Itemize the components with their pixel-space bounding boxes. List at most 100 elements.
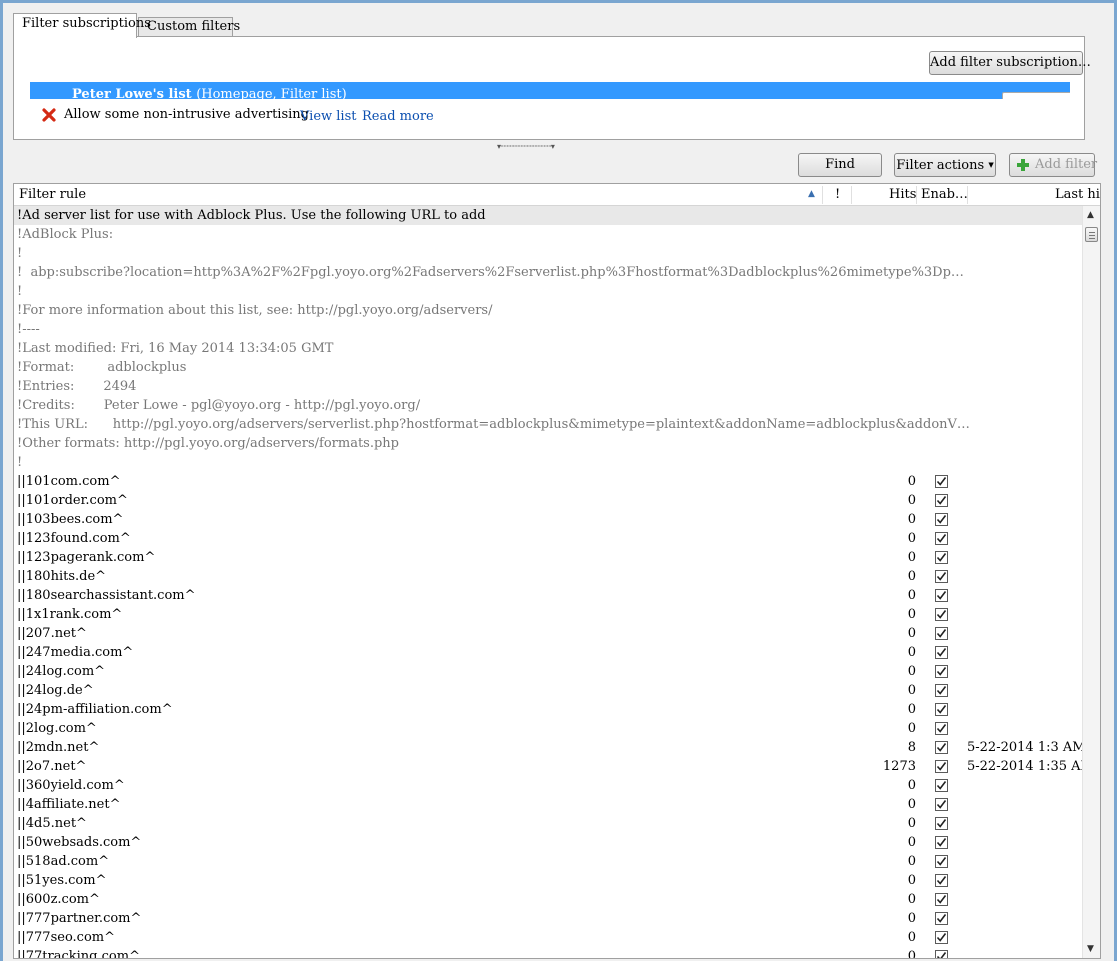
enabled-checkbox[interactable] xyxy=(935,817,948,830)
filter-rules-grid[interactable]: Filter rule ▲ ! Hits Enab… Last hit !Ad … xyxy=(13,183,1101,959)
filter-rule-text: ! xyxy=(17,455,23,470)
comment-row[interactable]: !Entries: 2494 xyxy=(14,377,1082,396)
comment-row[interactable]: !Credits: Peter Lowe - pgl@yoyo.org - ht… xyxy=(14,396,1082,415)
filter-row[interactable]: ||77tracking.com^ 0 xyxy=(14,947,1082,959)
vertical-scrollbar[interactable]: ▲ ▼ xyxy=(1082,206,1100,958)
last-hit-date: 5-22-2014 1:3 AM xyxy=(967,740,1086,755)
filter-row[interactable]: ||2mdn.net^ 8 5-22-2014 1:3 AM xyxy=(14,738,1086,757)
enabled-checkbox[interactable] xyxy=(935,893,948,906)
panel-splitter[interactable]: ▾·································▾ xyxy=(497,143,619,151)
find-button[interactable]: Find xyxy=(798,153,882,177)
comment-row[interactable]: !This URL: http://pgl.yoyo.org/adservers… xyxy=(14,415,1082,434)
comment-row[interactable]: !Last modified: Fri, 16 May 2014 13:34:0… xyxy=(14,339,1082,358)
column-header-hits[interactable]: Hits xyxy=(889,187,916,202)
filter-row[interactable]: ||1x1rank.com^ 0 xyxy=(14,605,1082,624)
filter-row[interactable]: ||101order.com^ 0 xyxy=(14,491,1082,510)
filter-row[interactable]: ||24log.com^ 0 xyxy=(14,662,1082,681)
enabled-checkbox[interactable] xyxy=(935,513,948,526)
filter-row[interactable]: ||180searchassistant.com^ 0 xyxy=(14,586,1082,605)
enabled-checkbox[interactable] xyxy=(935,931,948,944)
comment-row[interactable]: !---- xyxy=(14,320,1082,339)
view-list-link[interactable]: View list xyxy=(300,109,356,124)
comment-row[interactable]: !For more information about this list, s… xyxy=(14,301,1082,320)
filter-row[interactable]: ||24pm-affiliation.com^ 0 xyxy=(14,700,1082,719)
filter-row[interactable]: ||24log.de^ 0 xyxy=(14,681,1082,700)
red-x-icon[interactable] xyxy=(42,108,56,122)
comment-row[interactable]: ! xyxy=(14,453,1082,472)
tab-filter-subscriptions[interactable]: Filter subscriptions xyxy=(13,13,151,38)
enabled-checkbox[interactable] xyxy=(935,475,948,488)
enabled-checkbox[interactable] xyxy=(935,551,948,564)
hits-count: 0 xyxy=(907,607,916,622)
read-more-link[interactable]: Read more xyxy=(362,109,434,124)
scroll-down-arrow-icon[interactable]: ▼ xyxy=(1087,944,1094,954)
column-separator xyxy=(967,186,968,204)
checkmark-icon xyxy=(936,914,947,923)
tab-custom-filters[interactable]: Custom filters xyxy=(138,17,240,37)
filter-actions-button[interactable]: Filter actions ▼ xyxy=(894,153,996,177)
enabled-checkbox[interactable] xyxy=(935,608,948,621)
scrollbar-thumb[interactable] xyxy=(1085,227,1098,242)
filter-row[interactable]: ||123found.com^ 0 xyxy=(14,529,1082,548)
filter-row[interactable]: ||2o7.net^ 1273 5-22-2014 1:35 AM xyxy=(14,757,1094,776)
filter-row[interactable]: ||51yes.com^ 0 xyxy=(14,871,1082,890)
checkmark-icon xyxy=(936,876,947,885)
comment-row[interactable]: ! xyxy=(14,282,1082,301)
enabled-checkbox[interactable] xyxy=(935,912,948,925)
comment-row[interactable]: !Format: adblockplus xyxy=(14,358,1082,377)
add-filter-subscription-button[interactable]: Add filter subscription… xyxy=(929,51,1091,75)
enabled-checkbox[interactable] xyxy=(935,760,948,773)
comment-row[interactable]: !Ad server list for use with Adblock Plu… xyxy=(14,206,1082,225)
enabled-checkbox[interactable] xyxy=(935,532,948,545)
filter-row[interactable]: ||600z.com^ 0 xyxy=(14,890,1082,909)
filter-row[interactable]: ||4affiliate.net^ 0 xyxy=(14,795,1082,814)
enabled-checkbox[interactable] xyxy=(935,589,948,602)
filter-row[interactable]: ||123pagerank.com^ 0 xyxy=(14,548,1082,567)
enabled-checkbox[interactable] xyxy=(935,722,948,735)
add-filter-button[interactable]: Add filter xyxy=(1009,153,1097,177)
enabled-checkbox[interactable] xyxy=(935,494,948,507)
filter-row[interactable]: ||103bees.com^ 0 xyxy=(14,510,1082,529)
filter-row[interactable]: ||777seo.com^ 0 xyxy=(14,928,1082,947)
comment-row[interactable]: !AdBlock Plus: xyxy=(14,225,1082,244)
column-header-flag[interactable]: ! xyxy=(835,187,840,202)
enabled-checkbox[interactable] xyxy=(935,570,948,583)
enabled-checkbox[interactable] xyxy=(935,836,948,849)
enabled-checkbox[interactable] xyxy=(935,779,948,792)
filter-row[interactable]: ||518ad.com^ 0 xyxy=(14,852,1082,871)
filter-row[interactable]: ||4d5.net^ 0 xyxy=(14,814,1082,833)
column-header-enabled[interactable]: Enab… xyxy=(921,187,968,202)
column-header-last-hit[interactable]: Last hit xyxy=(1055,187,1100,202)
comment-row[interactable]: ! xyxy=(14,244,1082,263)
filter-row[interactable]: ||777partner.com^ 0 xyxy=(14,909,1082,928)
subscription-toggle[interactable] xyxy=(1002,92,1070,99)
comment-row[interactable]: ! abp:subscribe?location=http%3A%2F%2Fpg… xyxy=(14,263,1082,282)
enabled-checkbox[interactable] xyxy=(935,798,948,811)
filter-row[interactable]: ||50websads.com^ 0 xyxy=(14,833,1082,852)
subscription-item-peter-lowe[interactable]: Peter Lowe's list (Homepage, Filter list… xyxy=(30,82,1070,99)
column-header-filter-rule[interactable]: Filter rule xyxy=(19,187,86,202)
checkmark-icon xyxy=(936,496,947,505)
enabled-checkbox[interactable] xyxy=(935,684,948,697)
filter-row[interactable]: ||247media.com^ 0 xyxy=(14,643,1082,662)
enabled-checkbox[interactable] xyxy=(935,950,948,958)
filter-row[interactable]: ||2log.com^ 0 xyxy=(14,719,1082,738)
enabled-checkbox[interactable] xyxy=(935,874,948,887)
enabled-checkbox[interactable] xyxy=(935,741,948,754)
filter-row[interactable]: ||360yield.com^ 0 xyxy=(14,776,1082,795)
filter-rule-text: !Credits: Peter Lowe - pgl@yoyo.org - ht… xyxy=(17,398,421,413)
enabled-checkbox[interactable] xyxy=(935,646,948,659)
enabled-checkbox[interactable] xyxy=(935,703,948,716)
filter-row[interactable]: ||180hits.de^ 0 xyxy=(14,567,1082,586)
filter-row[interactable]: ||207.net^ 0 xyxy=(14,624,1082,643)
scroll-up-arrow-icon[interactable]: ▲ xyxy=(1087,210,1094,220)
filter-rule-text: ||77tracking.com^ xyxy=(17,949,140,959)
enabled-checkbox[interactable] xyxy=(935,627,948,640)
enabled-checkbox[interactable] xyxy=(935,665,948,678)
checkmark-icon xyxy=(936,838,947,847)
subscription-links[interactable]: (Homepage, Filter list) xyxy=(196,87,347,99)
comment-row[interactable]: !Other formats: http://pgl.yoyo.org/adse… xyxy=(14,434,1082,453)
enabled-checkbox[interactable] xyxy=(935,855,948,868)
filter-rule-text: ||518ad.com^ xyxy=(17,854,110,869)
filter-row[interactable]: ||101com.com^ 0 xyxy=(14,472,1082,491)
